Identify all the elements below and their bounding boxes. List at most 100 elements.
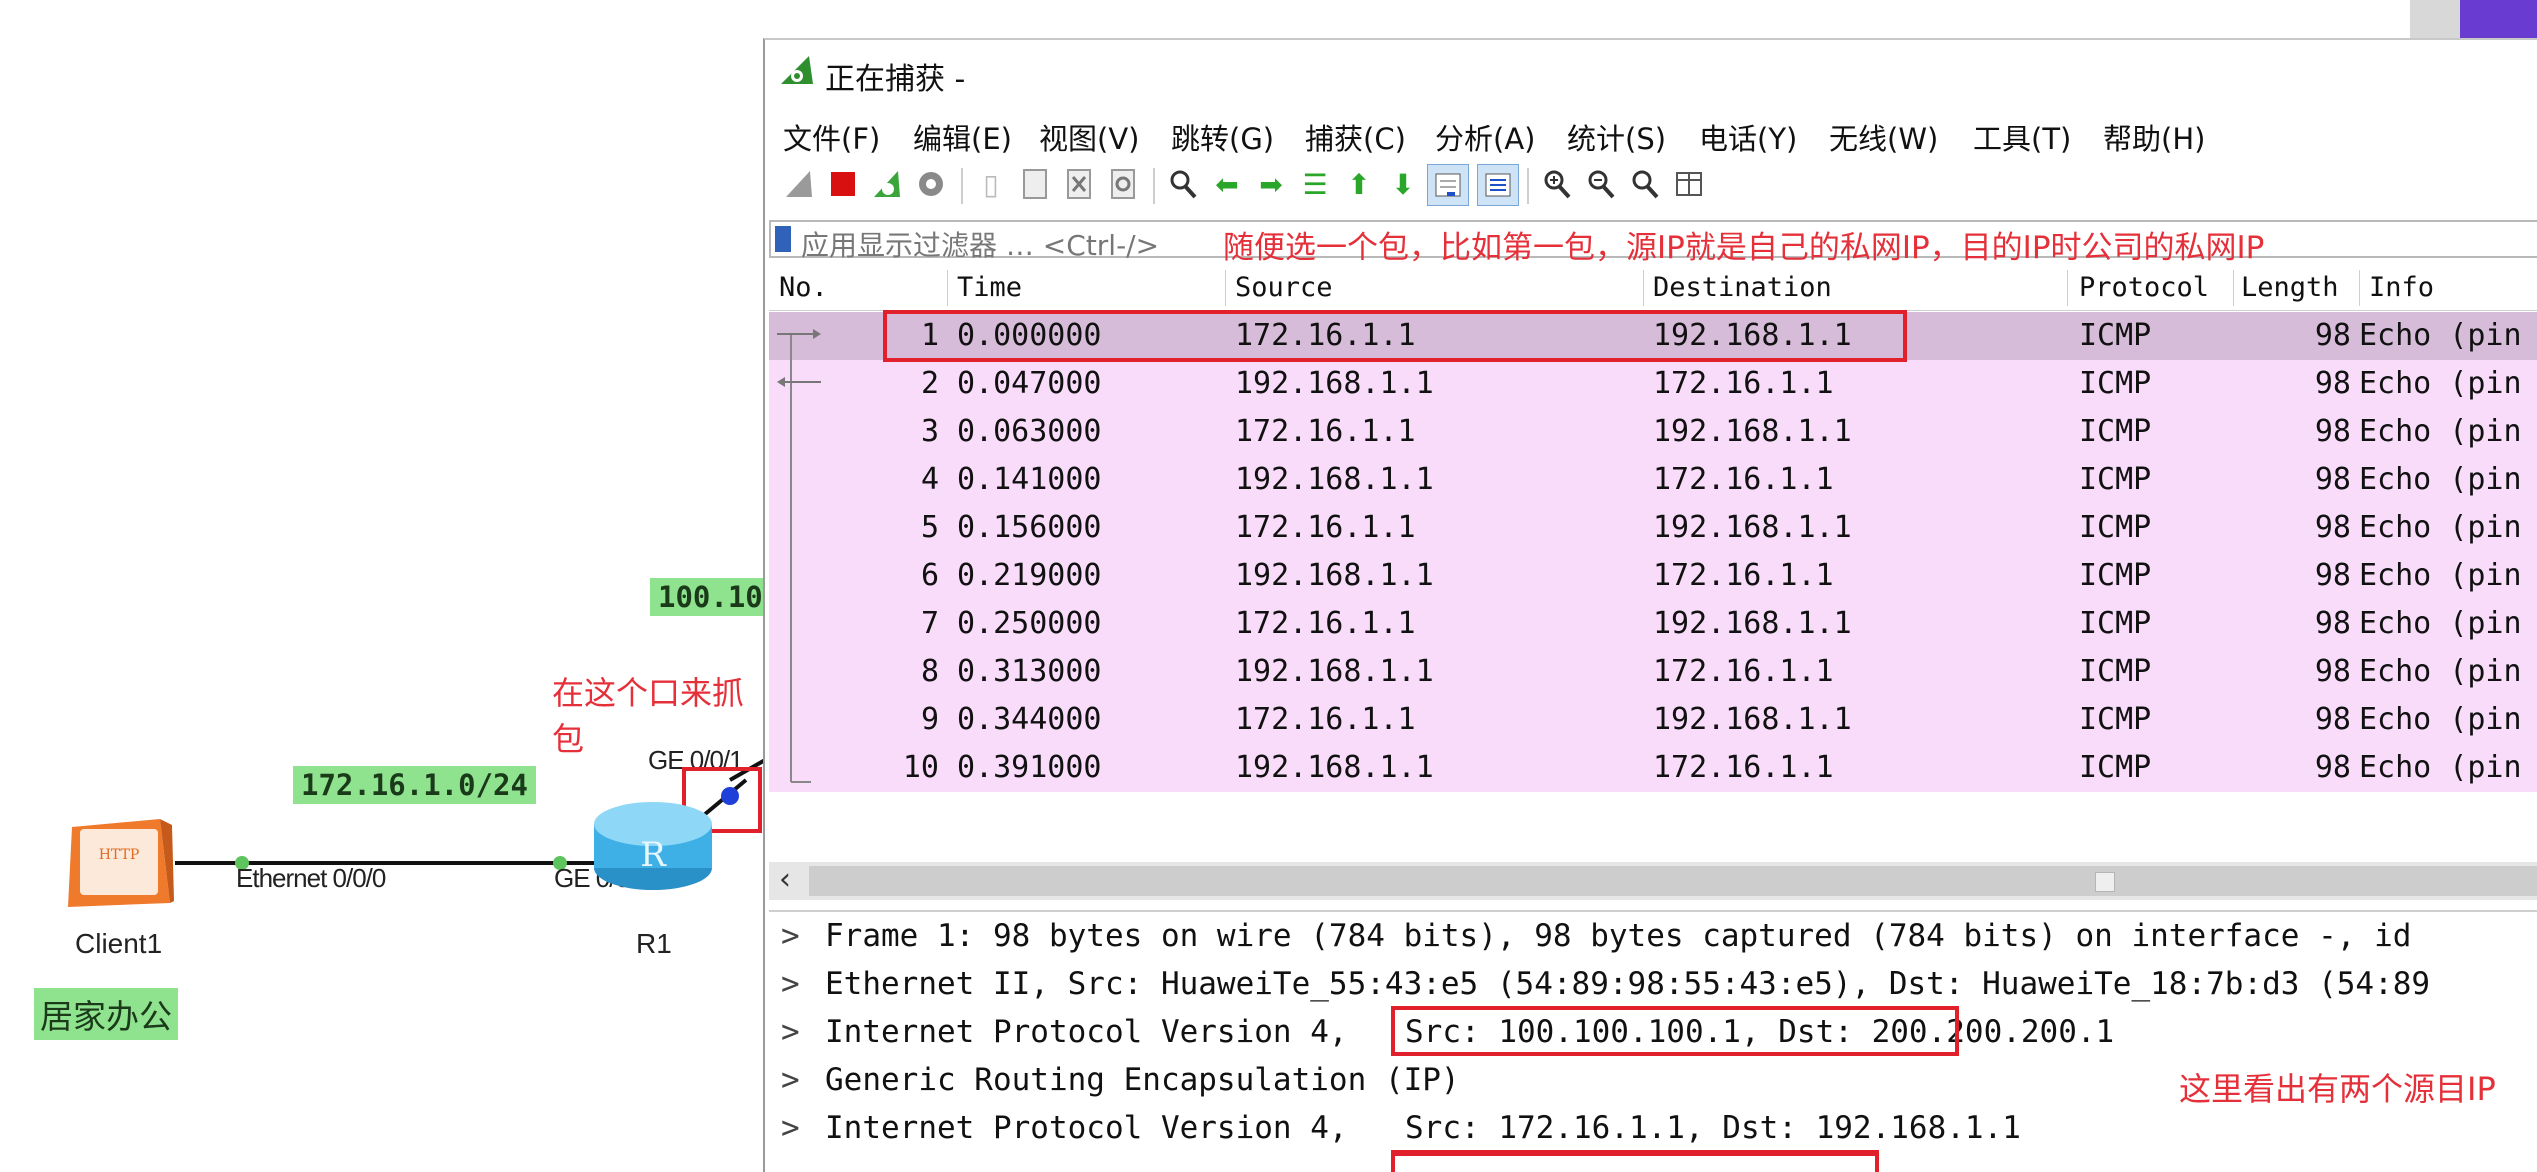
- menu-capture[interactable]: 捕获(C): [1305, 116, 1406, 158]
- packet-row[interactable]: 4 0.141000 192.168.1.1 172.16.1.1 ICMP 98 Echo…: [769, 456, 2537, 504]
- packet-protocol: ICMP: [2079, 558, 2152, 593]
- go-back-arrow-icon[interactable]: ⬅: [1207, 164, 1247, 204]
- scroll-left-arrow-icon[interactable]: ‹: [779, 862, 791, 897]
- find-packet-icon[interactable]: [1163, 164, 1203, 204]
- display-filter-input[interactable]: 应用显示过滤器 … <Ctrl-/>: [801, 224, 1159, 264]
- menu-tools[interactable]: 工具(T): [1973, 116, 2071, 158]
- expand-chevron-icon[interactable]: >: [781, 966, 800, 1002]
- packet-protocol: ICMP: [2079, 750, 2152, 785]
- col-header-length[interactable]: Length: [2241, 272, 2339, 303]
- detail-ethernet-text: Ethernet II, Src: HuaweiTe_55:43:e5 (54:…: [825, 966, 2431, 1002]
- inner-ip-highlight-box-full: [1391, 1152, 1879, 1172]
- close-file-icon[interactable]: [1059, 164, 1099, 204]
- two-src-annotation: 这里看出有两个源目IP: [2179, 1070, 2496, 1108]
- start-capture-fin-icon[interactable]: [779, 164, 819, 204]
- menu-edit[interactable]: 编辑(E): [913, 116, 1012, 158]
- restart-capture-icon[interactable]: [867, 164, 907, 204]
- expand-chevron-icon[interactable]: >: [781, 1014, 800, 1050]
- window-title: 正在捕获 -: [825, 62, 966, 97]
- col-header-no[interactable]: No.: [779, 272, 828, 303]
- packet-length: 98: [2314, 606, 2351, 641]
- packet-time: 0.250000: [957, 606, 1102, 641]
- detail-ip-inner-prefix: Internet Protocol Version 4,: [825, 1110, 1348, 1146]
- detail-ip-inner-addrs: Src: 172.16.1.1, Dst: 192.168.1.1: [1405, 1110, 2021, 1146]
- col-header-info[interactable]: Info: [2369, 272, 2434, 303]
- packet-length: 98: [2314, 558, 2351, 593]
- display-filter-bar: 应用显示过滤器 … <Ctrl-/> 随便选一个包，比如第一包，源IP就是自己的…: [769, 220, 2537, 266]
- detail-gre-text: Generic Routing Encapsulation (IP): [825, 1062, 1460, 1098]
- packet-list-header: No. Time Source Destination Protocol Len…: [769, 266, 2537, 311]
- menu-analyze[interactable]: 分析(A): [1435, 116, 1535, 158]
- col-header-source[interactable]: Source: [1235, 272, 1333, 303]
- expand-chevron-icon[interactable]: >: [781, 1062, 800, 1098]
- go-last-packet-icon[interactable]: ⬇: [1383, 164, 1423, 204]
- menu-view[interactable]: 视图(V): [1039, 116, 1139, 158]
- menu-wireless[interactable]: 无线(W): [1829, 116, 1938, 158]
- col-header-time[interactable]: Time: [957, 272, 1022, 303]
- packet-info: Echo (pin: [2359, 702, 2522, 737]
- packet-info: Echo (pin: [2359, 510, 2522, 545]
- expand-chevron-icon[interactable]: >: [781, 918, 800, 954]
- go-forward-arrow-icon[interactable]: ➡: [1251, 164, 1291, 204]
- packet-row[interactable]: 6 0.219000 192.168.1.1 172.16.1.1 ICMP 98 Echo…: [769, 552, 2537, 600]
- packet-info: Echo (pin: [2359, 366, 2522, 401]
- packet-source: 192.168.1.1: [1235, 654, 1434, 689]
- menu-telephony[interactable]: 电话(Y): [1699, 116, 1797, 158]
- network-label-client: 172.16.1.0/24: [293, 766, 536, 804]
- packet-info: Echo (pin: [2359, 462, 2522, 497]
- packet-row[interactable]: 7 0.250000 172.16.1.1 192.168.1.1 ICMP 98 Echo…: [769, 600, 2537, 648]
- open-file-icon[interactable]: ▯: [971, 164, 1011, 204]
- packet-no: 4: [920, 462, 939, 497]
- toolbar-separator: [961, 168, 963, 204]
- col-header-destination[interactable]: Destination: [1653, 272, 1832, 303]
- go-to-packet-icon[interactable]: ☰: [1295, 164, 1335, 204]
- zoom-reset-icon[interactable]: [1625, 164, 1665, 204]
- packet-destination: 172.16.1.1: [1653, 654, 1834, 689]
- resize-columns-icon[interactable]: [1669, 164, 1709, 204]
- packet-length: 98: [2314, 510, 2351, 545]
- packet-row[interactable]: 10 0.391000 192.168.1.1 172.16.1.1 ICMP 98 Ech…: [769, 744, 2537, 792]
- packet-protocol: ICMP: [2079, 462, 2152, 497]
- packet-row[interactable]: 8 0.313000 192.168.1.1 172.16.1.1 ICMP 98 Echo…: [769, 648, 2537, 696]
- packet-row[interactable]: 5 0.156000 172.16.1.1 192.168.1.1 ICMP 98 Echo…: [769, 504, 2537, 552]
- zoom-out-icon[interactable]: [1581, 164, 1621, 204]
- packet-length: 98: [2314, 366, 2351, 401]
- packet-no: 6: [920, 558, 939, 593]
- packet-info: Echo (pin: [2359, 654, 2522, 689]
- packet-row[interactable]: 2 0.047000 192.168.1.1 172.16.1.1 ICMP 98 Echo…: [769, 360, 2537, 408]
- column-divider: [1643, 270, 1644, 306]
- packet-protocol: ICMP: [2079, 510, 2152, 545]
- menu-file[interactable]: 文件(F): [783, 116, 880, 158]
- colorize-icon[interactable]: [1477, 164, 1519, 206]
- packet-no: 2: [920, 366, 939, 401]
- scroll-thumb[interactable]: [809, 866, 2537, 896]
- packet-protocol: ICMP: [2079, 702, 2152, 737]
- column-divider: [947, 270, 948, 306]
- save-file-icon[interactable]: [1015, 164, 1055, 204]
- autoscroll-icon[interactable]: [1427, 164, 1469, 206]
- packet-row[interactable]: 9 0.344000 172.16.1.1 192.168.1.1 ICMP 98 Echo…: [769, 696, 2537, 744]
- reload-file-icon[interactable]: [1103, 164, 1143, 204]
- router-icon[interactable]: R: [592, 800, 714, 892]
- zoom-in-icon[interactable]: [1537, 164, 1577, 204]
- packet-destination: 172.16.1.1: [1653, 366, 1834, 401]
- capture-options-gear-icon[interactable]: [911, 164, 951, 204]
- packet-row[interactable]: 3 0.063000 172.16.1.1 192.168.1.1 ICMP 98 Echo…: [769, 408, 2537, 456]
- title-bar: 正在捕获 -: [765, 40, 2537, 100]
- menu-statistics[interactable]: 统计(S): [1567, 116, 1666, 158]
- packet-info: Echo (pin: [2359, 750, 2522, 785]
- topology-area: 100.10 172.16.1.0/24 在这个口来抓包 GE 0/0/1 Et…: [0, 0, 771, 1170]
- menu-go[interactable]: 跳转(G): [1171, 116, 1274, 158]
- packet-info: Echo (pin: [2359, 318, 2522, 353]
- packet-list-horizontal-scrollbar[interactable]: ‹: [769, 862, 2537, 900]
- packet-destination: 172.16.1.1: [1653, 750, 1834, 785]
- client-device-icon[interactable]: HTTP: [62, 815, 174, 910]
- bookmark-filter-icon[interactable]: [775, 226, 791, 252]
- stop-capture-icon[interactable]: [823, 164, 863, 204]
- packet-time: 0.391000: [957, 750, 1102, 785]
- packet-length: 98: [2314, 654, 2351, 689]
- expand-chevron-icon[interactable]: >: [781, 1110, 800, 1146]
- menu-help[interactable]: 帮助(H): [2103, 116, 2205, 158]
- go-first-packet-icon[interactable]: ⬆: [1339, 164, 1379, 204]
- col-header-protocol[interactable]: Protocol: [2079, 272, 2209, 303]
